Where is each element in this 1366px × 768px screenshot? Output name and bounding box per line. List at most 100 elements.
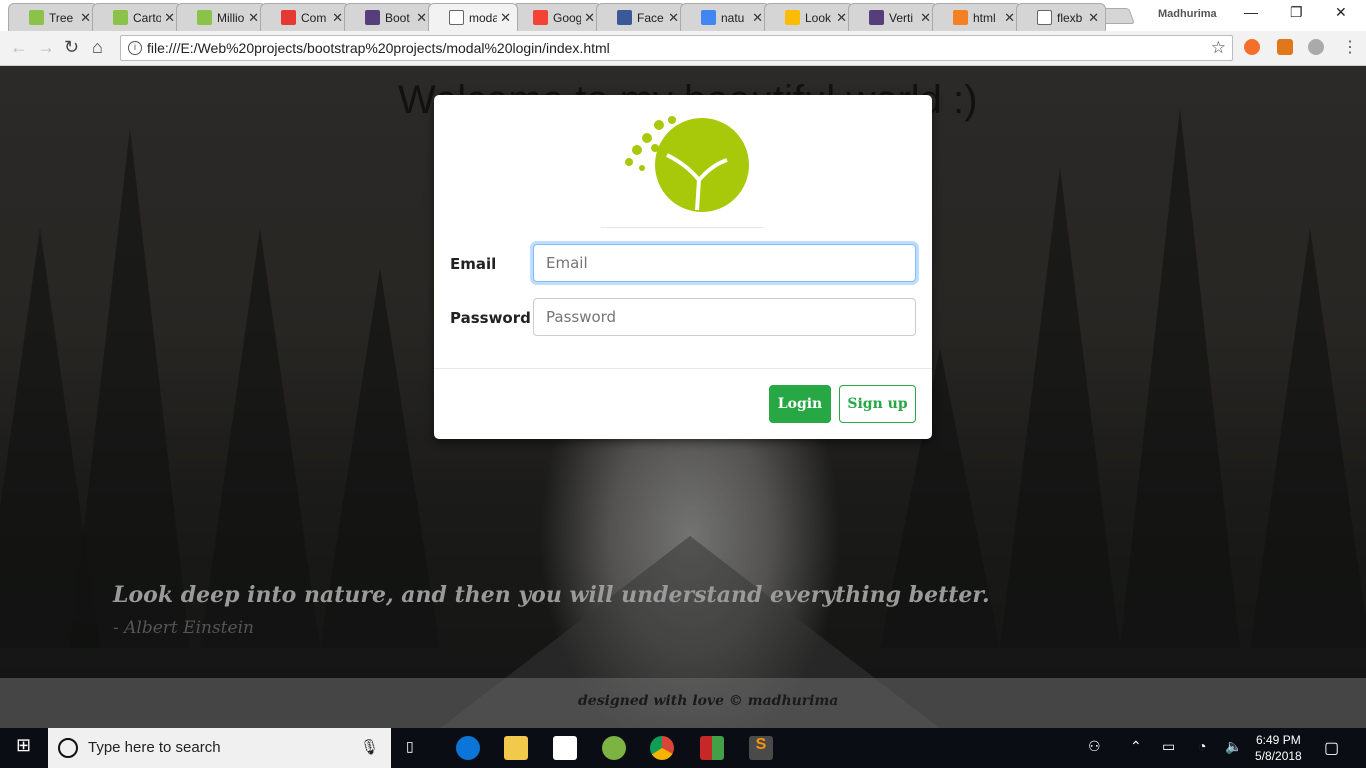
bookmark-star-icon[interactable]: ☆: [1211, 38, 1226, 58]
bootstrap-icon: [869, 10, 884, 25]
close-tab-icon[interactable]: ✕: [920, 10, 931, 26]
wifi-icon[interactable]: ◔: [1198, 738, 1206, 754]
volume-icon[interactable]: 🔈: [1225, 738, 1242, 755]
close-window-button[interactable]: ✕: [1335, 4, 1347, 21]
date: 5/8/2018: [1255, 749, 1302, 763]
tab[interactable]: Millio ✕: [176, 3, 266, 31]
address-bar[interactable]: i file:///E:/Web%20projects/bootstrap%20…: [120, 35, 1233, 61]
edge-icon[interactable]: [456, 736, 480, 760]
close-tab-icon[interactable]: ✕: [1088, 10, 1099, 26]
p-icon: [197, 10, 212, 25]
pinwheel-icon: [785, 10, 800, 25]
tab[interactable]: html ✕: [932, 3, 1022, 31]
bootstrap-icon: [365, 10, 380, 25]
extension-icon[interactable]: [1244, 39, 1260, 55]
clock[interactable]: 6:49 PM 5/8/2018: [1255, 732, 1302, 764]
file-icon: [449, 10, 464, 25]
taskbar-search[interactable]: Type here to search 🎙: [48, 728, 391, 768]
metamask-icon[interactable]: [1277, 39, 1293, 55]
maximize-button[interactable]: ❐: [1290, 4, 1303, 21]
signup-button[interactable]: Sign up: [839, 385, 916, 423]
tab-title: flexb: [1057, 10, 1083, 25]
close-tab-icon[interactable]: ✕: [80, 10, 91, 26]
close-tab-icon[interactable]: ✕: [584, 10, 595, 26]
tab-title: Carto: [133, 10, 162, 25]
quote-text: Look deep into nature, and then you will…: [113, 582, 990, 608]
tab[interactable]: Look ✕: [764, 3, 854, 31]
tab-title: natu: [721, 10, 745, 25]
close-tab-icon[interactable]: ✕: [1004, 10, 1015, 26]
close-tab-icon[interactable]: ✕: [836, 10, 847, 26]
close-tab-icon[interactable]: ✕: [248, 10, 259, 26]
extension-icon[interactable]: [1308, 39, 1324, 55]
reload-icon[interactable]: ↻: [64, 37, 79, 58]
p-icon: [29, 10, 44, 25]
password-input[interactable]: [533, 298, 916, 336]
store-icon[interactable]: [553, 736, 577, 760]
close-tab-icon[interactable]: ✕: [752, 10, 763, 26]
email-label: Email: [450, 255, 497, 273]
profile-name[interactable]: Madhurima: [1158, 8, 1217, 20]
home-icon[interactable]: ⌂: [92, 37, 103, 58]
password-label: Password: [450, 309, 531, 327]
u-icon: [281, 10, 296, 25]
app-icon[interactable]: [700, 736, 724, 760]
close-tab-icon[interactable]: ✕: [164, 10, 175, 26]
tab[interactable]: Goog ✕: [512, 3, 602, 31]
close-tab-icon[interactable]: ✕: [500, 10, 511, 26]
p-icon: [113, 10, 128, 25]
windows-start-icon[interactable]: ⊞: [16, 735, 31, 756]
info-icon[interactable]: i: [128, 41, 142, 55]
url-text: file:///E:/Web%20projects/bootstrap%20pr…: [147, 40, 610, 56]
footer: designed with love © madhurima: [0, 678, 1366, 728]
task-view-icon[interactable]: ▯: [406, 738, 414, 755]
facebook-icon: [617, 10, 632, 25]
tab[interactable]: Boot ✕: [344, 3, 434, 31]
tab[interactable]: Face ✕: [596, 3, 686, 31]
tab-title: Com: [301, 10, 327, 25]
tab-title: Tree: [49, 10, 74, 25]
microphone-icon[interactable]: 🎙: [360, 738, 379, 756]
taskbar: ⊞ Type here to search 🎙 ▯ S ⚇ ⌃ ▭ ◔ 🔈 6:…: [0, 728, 1366, 768]
forward-icon[interactable]: →: [37, 37, 55, 58]
file-icon: [1037, 10, 1052, 25]
menu-icon[interactable]: ⋮: [1342, 37, 1358, 57]
action-center-icon[interactable]: ▢: [1324, 738, 1339, 758]
f-icon: [533, 10, 548, 25]
file-explorer-icon[interactable]: [504, 736, 528, 760]
tab[interactable]: flexb ✕: [1016, 3, 1106, 31]
modal-footer-divider: [434, 368, 932, 369]
tab[interactable]: Carto ✕: [92, 3, 182, 31]
tab-title: Goog: [553, 10, 582, 25]
cortana-icon: [58, 738, 78, 758]
tab[interactable]: Com ✕: [260, 3, 350, 31]
tab[interactable]: natu ✕: [680, 3, 770, 31]
footer-text: designed with love © madhurima: [578, 693, 839, 709]
tab-title: Millio: [217, 10, 245, 25]
sublime-text-icon[interactable]: S: [749, 736, 773, 760]
tab[interactable]: moda ✕: [428, 3, 518, 31]
tab-title: moda: [469, 10, 498, 25]
people-icon[interactable]: ⚇: [1088, 738, 1101, 755]
google-icon: [701, 10, 716, 25]
android-studio-icon[interactable]: [602, 736, 626, 760]
chevron-up-icon[interactable]: ⌃: [1130, 738, 1142, 755]
login-button[interactable]: Login: [769, 385, 831, 423]
tab[interactable]: Tree ✕: [8, 3, 98, 31]
logo-divider: [601, 227, 763, 228]
email-input[interactable]: [533, 244, 916, 282]
close-tab-icon[interactable]: ✕: [668, 10, 679, 26]
minimize-button[interactable]: —: [1244, 4, 1258, 20]
battery-icon[interactable]: ▭: [1162, 738, 1175, 755]
tab-title: html: [973, 10, 996, 25]
back-icon[interactable]: ←: [10, 37, 28, 58]
close-tab-icon[interactable]: ✕: [332, 10, 343, 26]
tree-logo-icon: [625, 116, 749, 212]
quote-author: - Albert Einstein: [113, 618, 254, 638]
tab[interactable]: Verti ✕: [848, 3, 938, 31]
tab-title: Verti: [889, 10, 914, 25]
tab-title: Face: [637, 10, 664, 25]
stackoverflow-icon: [953, 10, 968, 25]
chrome-icon[interactable]: [650, 736, 674, 760]
close-tab-icon[interactable]: ✕: [416, 10, 427, 26]
